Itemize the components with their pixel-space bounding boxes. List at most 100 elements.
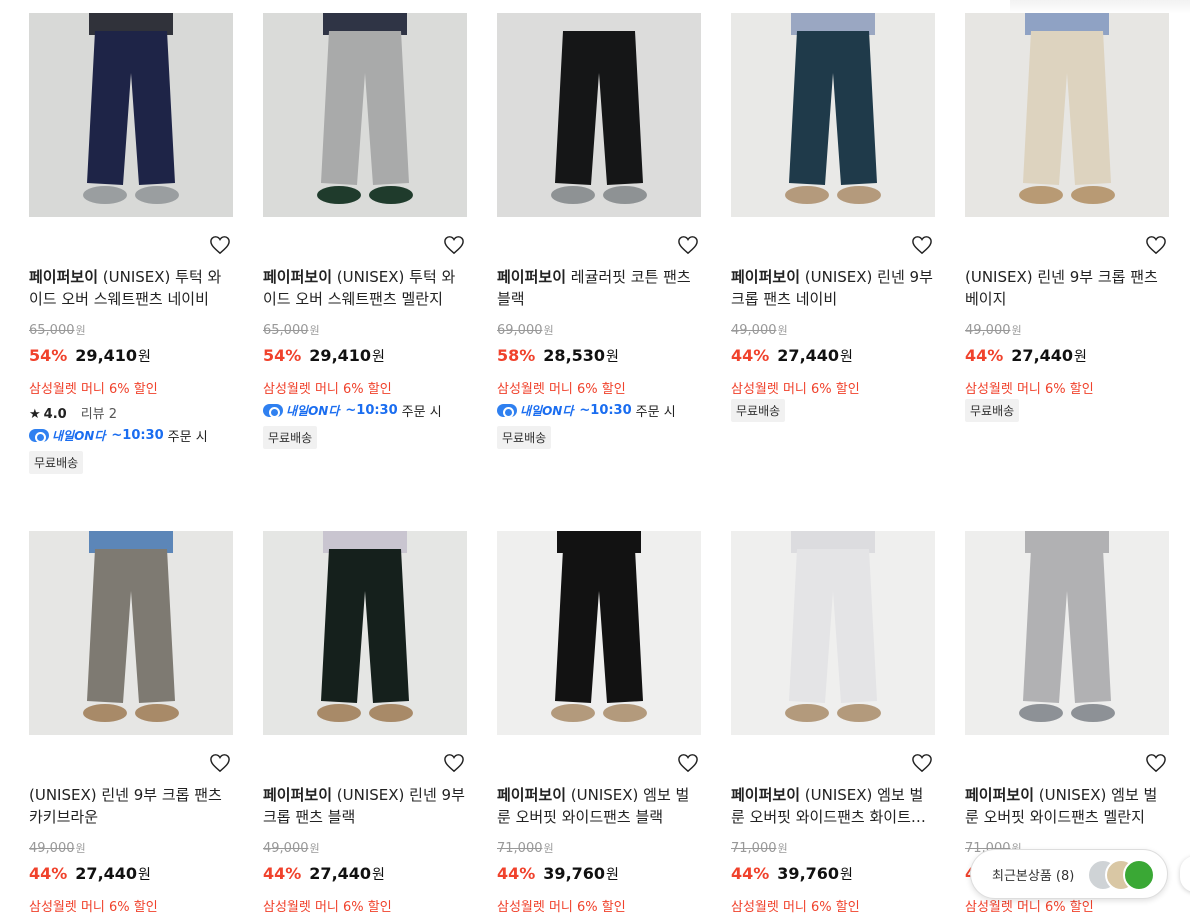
wallet-discount: 삼성월렛 머니 6% 할인 — [29, 900, 158, 915]
discount-rate: 44% — [29, 864, 68, 883]
wallet-discount: 삼성월렛 머니 6% 할인 — [263, 900, 392, 915]
currency-unit: 원 — [606, 349, 619, 365]
product-image[interactable] — [965, 531, 1169, 735]
product-card[interactable]: (UNISEX) 린넨 9부 크롭 팬츠 베이지 49,000원 44% 27,440… — [965, 13, 1169, 422]
price-row: 44% 39,760원 — [731, 864, 853, 884]
free-shipping-badge: 무료배송 — [965, 399, 1020, 422]
delivery-badge-label: 내일ON다 — [286, 404, 340, 418]
pants-illustration — [551, 13, 647, 204]
wishlist-heart-icon[interactable] — [677, 753, 699, 773]
delivery-icon — [29, 429, 49, 443]
price-row: 44% 27,440원 — [731, 346, 853, 366]
sale-price: 39,760 — [777, 864, 840, 883]
price-row: 54% 29,410원 — [29, 346, 151, 366]
wishlist-heart-icon[interactable] — [209, 235, 231, 255]
product-card[interactable]: (UNISEX) 린넨 9부 크롭 팬츠 카키브라운 49,000원 44% 27,4… — [29, 531, 233, 915]
wishlist-heart-icon[interactable] — [443, 753, 465, 773]
product-title[interactable]: 페이퍼보이 (UNISEX) 투턱 와이드 오버 스웨트팬츠 멜란지 — [263, 266, 467, 310]
currency-unit: 원 — [1074, 349, 1087, 365]
pants-illustration — [317, 13, 413, 204]
wishlist-heart-icon[interactable] — [677, 235, 699, 255]
product-title[interactable]: 페이퍼보이 (UNISEX) 투턱 와이드 오버 스웨트팬츠 네이비 — [29, 266, 233, 310]
product-title[interactable]: (UNISEX) 린넨 9부 크롭 팬츠 베이지 — [965, 266, 1169, 310]
product-brand: 페이퍼보이 — [263, 786, 333, 804]
pants-illustration — [83, 531, 179, 722]
recent-thumb — [1123, 859, 1155, 891]
currency-unit: 원 — [543, 324, 554, 337]
product-title[interactable]: 페이퍼보이 (UNISEX) 린넨 9부 크롭 팬츠 네이비 — [731, 266, 935, 310]
delivery-time: ~10:30 — [579, 403, 632, 418]
scroll-top-button[interactable] — [1180, 856, 1190, 892]
product-card[interactable]: 페이퍼보이 (UNISEX) 투턱 와이드 오버 스웨트팬츠 네이비 65,000… — [29, 13, 233, 474]
product-brand: 페이퍼보이 — [731, 268, 801, 286]
product-card[interactable]: 페이퍼보이 (UNISEX) 린넨 9부 크롭 팬츠 블랙 49,000원 44% 2… — [263, 531, 467, 915]
currency-unit: 원 — [75, 324, 86, 337]
wallet-discount: 삼성월렛 머니 6% 할인 — [29, 382, 158, 397]
product-image[interactable] — [497, 531, 701, 735]
wishlist-heart-icon[interactable] — [443, 235, 465, 255]
product-image[interactable] — [731, 13, 935, 217]
product-title[interactable]: 페이퍼보이 (UNISEX) 린넨 9부 크롭 팬츠 블랙 — [263, 784, 467, 828]
product-brand: 페이퍼보이 — [965, 786, 1035, 804]
product-brand: 페이퍼보이 — [497, 268, 567, 286]
delivery-info: 내일ON다 ~10:30 주문 시 — [29, 426, 208, 445]
wishlist-heart-icon[interactable] — [911, 753, 933, 773]
product-image[interactable] — [497, 13, 701, 217]
discount-rate: 44% — [497, 864, 536, 883]
currency-unit: 원 — [372, 349, 385, 365]
product-image[interactable] — [29, 13, 233, 217]
discount-rate: 44% — [263, 864, 302, 883]
delivery-order: 주문 시 — [401, 405, 442, 420]
free-shipping-badge: 무료배송 — [263, 426, 318, 449]
original-price: 49,000원 — [731, 322, 788, 338]
currency-unit: 원 — [1011, 324, 1022, 337]
sale-price: 27,440 — [777, 346, 840, 365]
product-title[interactable]: 페이퍼보이 레귤러핏 코튼 팬츠 블랙 — [497, 266, 701, 310]
currency-unit: 원 — [777, 324, 788, 337]
product-title[interactable]: 페이퍼보이 (UNISEX) 엠보 벌룬 오버핏 와이드팬츠 멜란지 — [965, 784, 1169, 828]
wishlist-heart-icon[interactable] — [209, 753, 231, 773]
price-row: 44% 27,440원 — [263, 864, 385, 884]
product-title[interactable]: (UNISEX) 린넨 9부 크롭 팬츠 카키브라운 — [29, 784, 233, 828]
recent-products-button[interactable]: 최근본상품 (8) — [970, 849, 1168, 899]
product-card[interactable]: 페이퍼보이 (UNISEX) 엠보 벌룬 오버핏 와이드팬츠 블랙 71,000원… — [497, 531, 701, 915]
delivery-info: 내일ON다 ~10:30 주문 시 — [263, 401, 442, 420]
free-shipping-badge: 무료배송 — [497, 426, 552, 449]
product-title[interactable]: 페이퍼보이 (UNISEX) 엠보 벌룬 오버핏 와이드팬츠 화이트멜란지 — [731, 784, 935, 828]
product-card[interactable]: 페이퍼보이 레귤러핏 코튼 팬츠 블랙 69,000원 58% 28,530원 삼성월렛… — [497, 13, 701, 449]
price-row: 58% 28,530원 — [497, 346, 619, 366]
product-image[interactable] — [263, 531, 467, 735]
delivery-badge: 내일ON다 — [263, 402, 339, 419]
sale-price: 27,440 — [75, 864, 138, 883]
rating-score: 4.0 — [43, 407, 67, 422]
pants-illustration — [1019, 13, 1115, 204]
original-price-value: 49,000 — [731, 323, 777, 338]
original-price: 71,000원 — [731, 840, 788, 856]
product-card[interactable]: 페이퍼보이 (UNISEX) 린넨 9부 크롭 팬츠 네이비 49,000원 44%… — [731, 13, 935, 422]
currency-unit: 원 — [309, 842, 320, 855]
rating-row: ★ 4.0 리뷰 2 — [29, 403, 117, 422]
wishlist-heart-icon[interactable] — [911, 235, 933, 255]
pants-illustration — [1019, 531, 1115, 722]
product-image[interactable] — [731, 531, 935, 735]
original-price: 65,000원 — [29, 322, 86, 338]
product-card[interactable]: 페이퍼보이 (UNISEX) 엠보 벌룬 오버핏 와이드팬츠 화이트멜란지 71,… — [731, 531, 935, 915]
wishlist-heart-icon[interactable] — [1145, 235, 1167, 255]
product-card[interactable]: 페이퍼보이 (UNISEX) 엠보 벌룬 오버핏 와이드팬츠 멜란지 71,000… — [965, 531, 1169, 915]
original-price-value: 49,000 — [263, 841, 309, 856]
currency-unit: 원 — [543, 842, 554, 855]
delivery-badge-label: 내일ON다 — [52, 429, 106, 443]
product-name: (UNISEX) 린넨 9부 크롭 팬츠 베이지 — [965, 268, 1158, 308]
wallet-discount: 삼성월렛 머니 6% 할인 — [731, 900, 860, 915]
wishlist-heart-icon[interactable] — [1145, 753, 1167, 773]
currency-unit: 원 — [840, 867, 853, 883]
product-title[interactable]: 페이퍼보이 (UNISEX) 엠보 벌룬 오버핏 와이드팬츠 블랙 — [497, 784, 701, 828]
product-image[interactable] — [965, 13, 1169, 217]
price-row: 44% 39,760원 — [497, 864, 619, 884]
delivery-order: 주문 시 — [167, 430, 208, 445]
currency-unit: 원 — [138, 867, 151, 883]
original-price: 71,000원 — [497, 840, 554, 856]
product-image[interactable] — [263, 13, 467, 217]
product-image[interactable] — [29, 531, 233, 735]
product-card[interactable]: 페이퍼보이 (UNISEX) 투턱 와이드 오버 스웨트팬츠 멜란지 65,000… — [263, 13, 467, 449]
